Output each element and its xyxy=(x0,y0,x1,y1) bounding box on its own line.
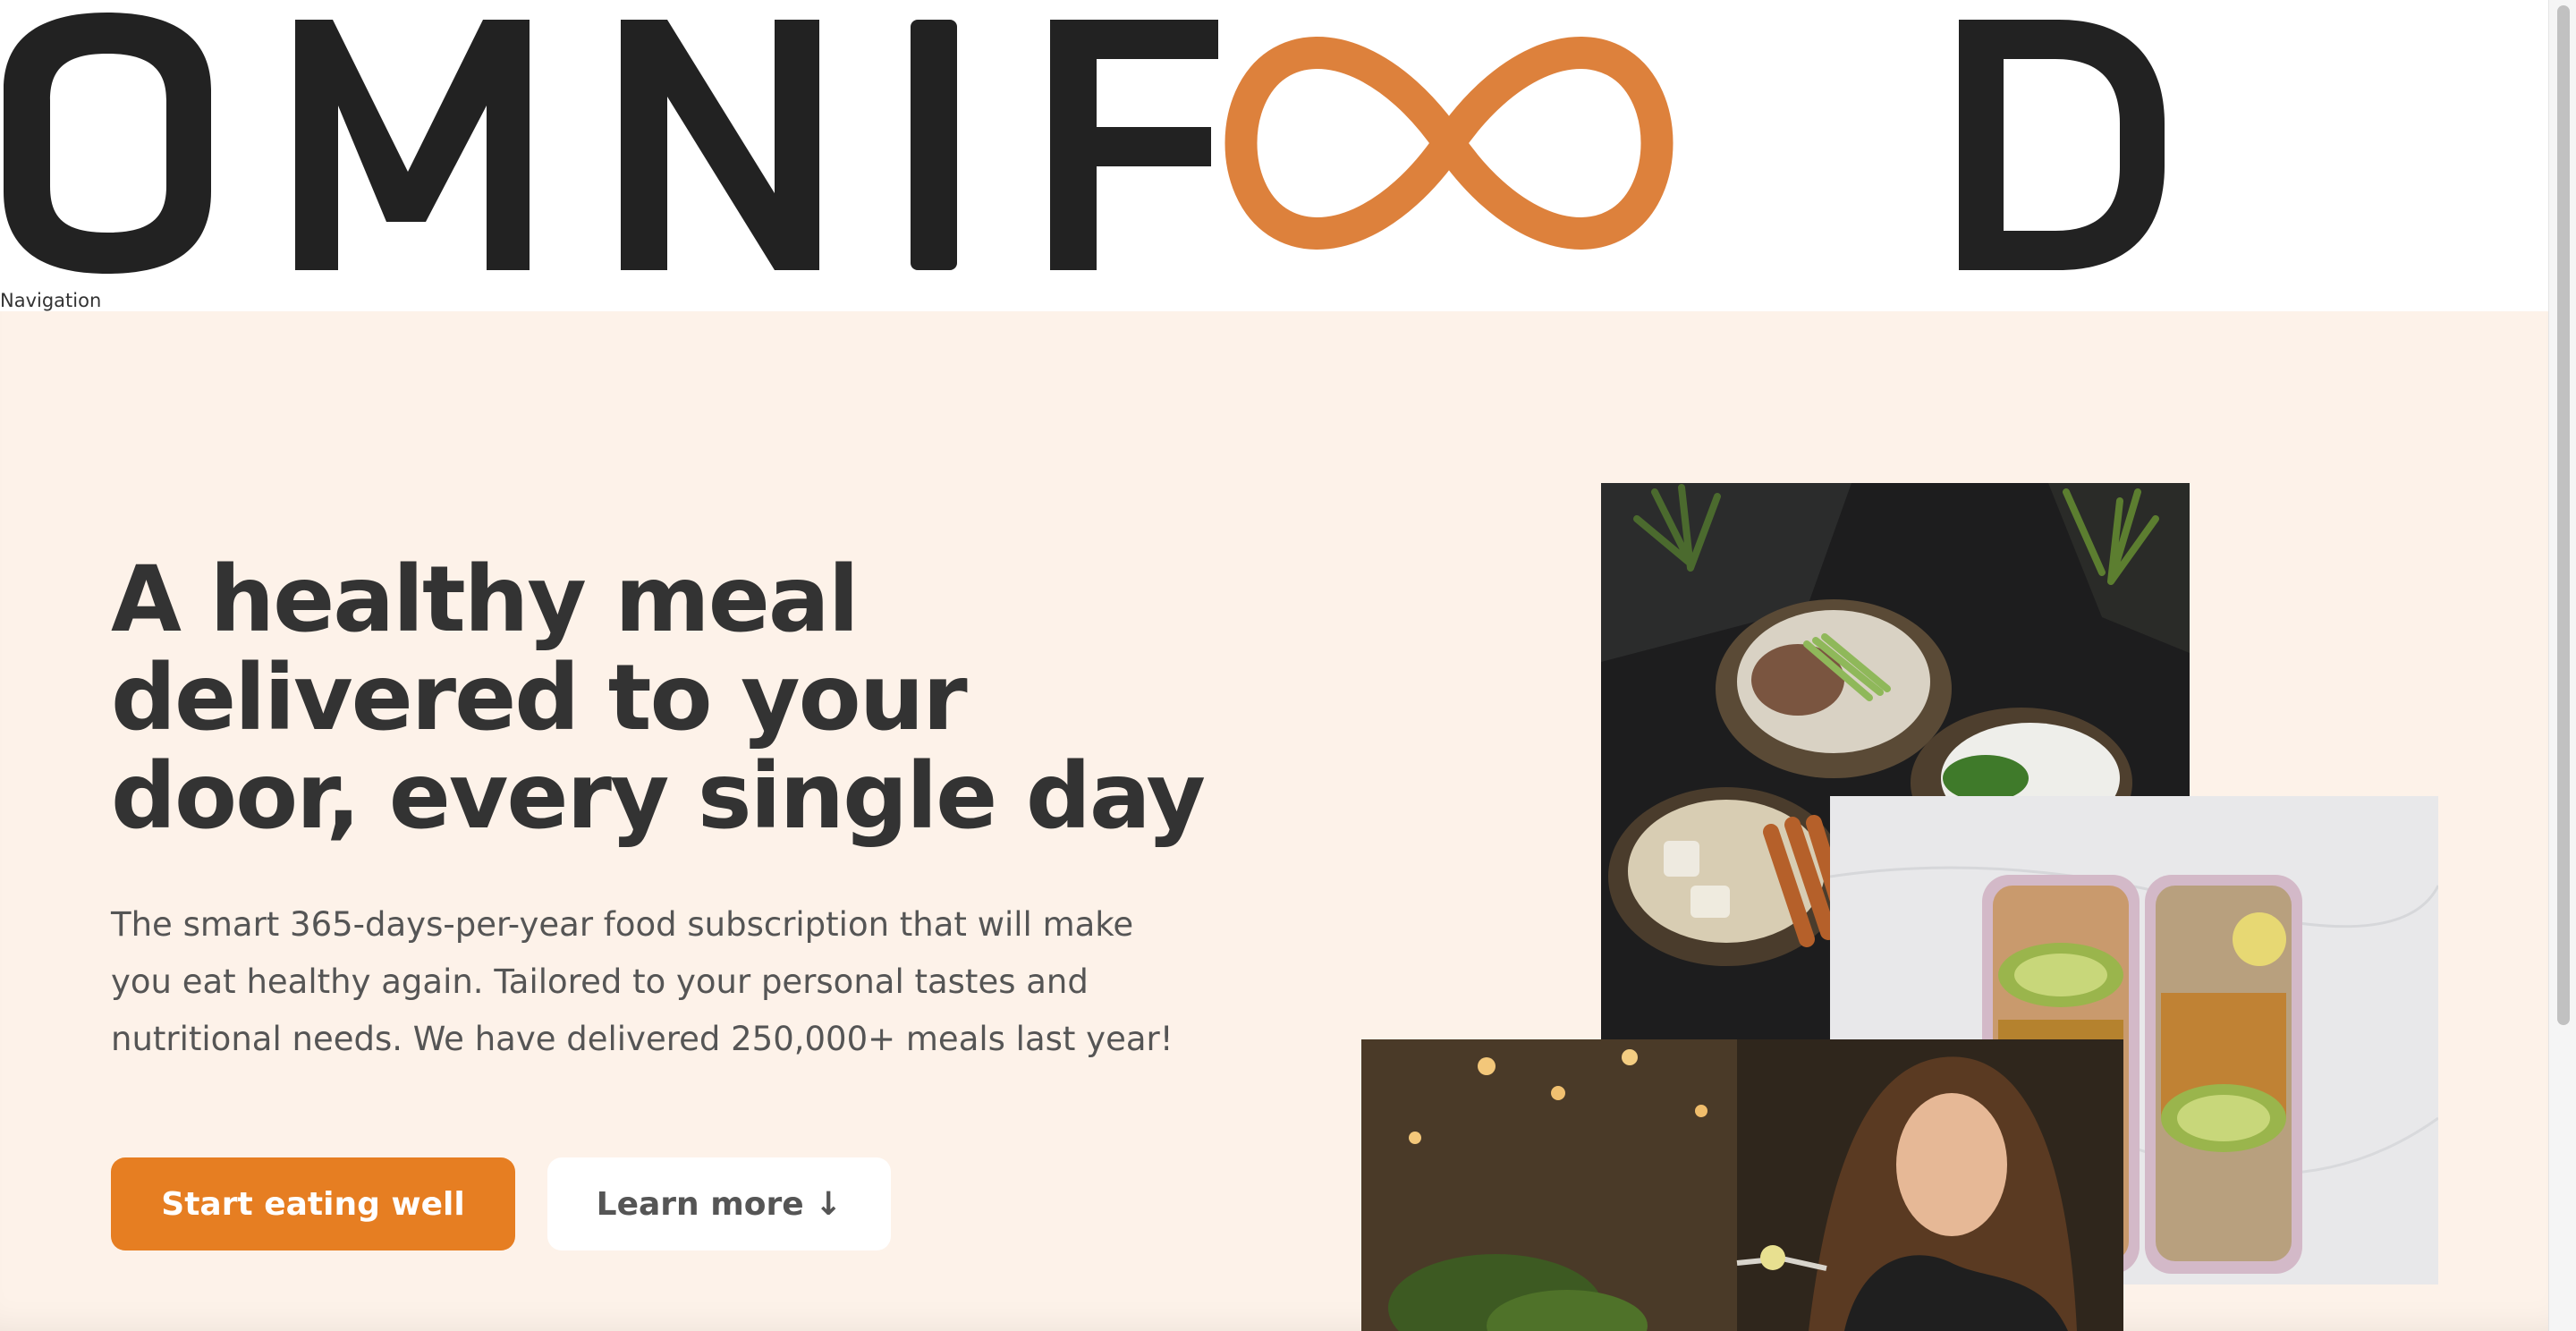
logo-letter-d xyxy=(1959,20,2165,270)
logo-letter-f xyxy=(1050,20,1218,270)
woman-eating-photo xyxy=(1361,1039,2123,1331)
hero-title: A healthy meal delivered to your door, e… xyxy=(111,547,1206,850)
hero-section: A healthy meal delivered to your door, e… xyxy=(0,311,2548,1331)
page-scrollbar[interactable] xyxy=(2548,0,2576,1331)
learn-more-button[interactable]: Learn more ↓ xyxy=(547,1157,891,1250)
logo-letter-m xyxy=(295,20,530,270)
start-eating-well-button[interactable]: Start eating well xyxy=(111,1157,515,1250)
logo-letter-i xyxy=(911,20,957,270)
hero-description: The smart 365-days-per-year food subscri… xyxy=(111,905,1174,1058)
navigation-label: Navigation xyxy=(0,290,102,311)
site-header: Navigation xyxy=(0,0,2548,311)
omnifood-logo[interactable] xyxy=(0,0,2182,295)
logo-letter-o xyxy=(4,13,211,274)
logo-infinity-symbol xyxy=(1224,37,1674,250)
scrollbar-thumb[interactable] xyxy=(2557,5,2570,1025)
logo-letter-n xyxy=(621,20,819,270)
